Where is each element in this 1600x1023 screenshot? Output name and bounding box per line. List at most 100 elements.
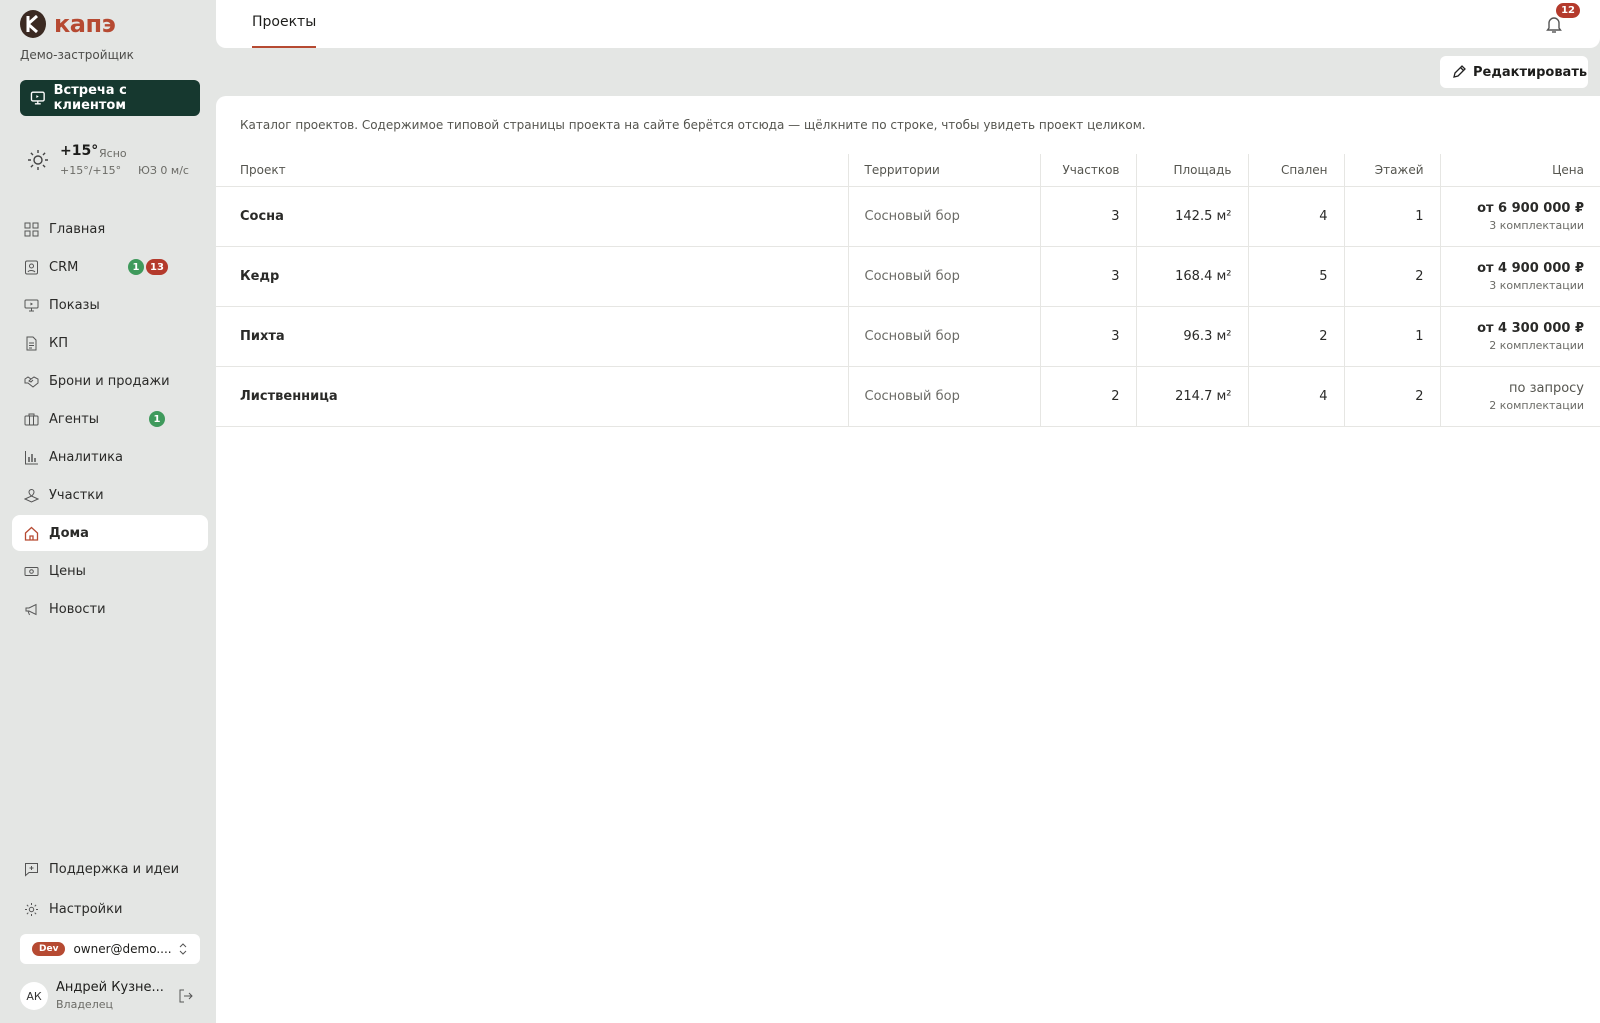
sidebar-item-crm[interactable]: CRM 1 13 bbox=[12, 249, 208, 285]
notification-count-badge: 12 bbox=[1556, 3, 1580, 18]
sidebar-item-label: Новости bbox=[49, 601, 106, 617]
brand-logo[interactable]: капэ bbox=[20, 10, 116, 38]
meet-client-button[interactable]: Встреча с клиентом bbox=[20, 80, 200, 116]
column-header[interactable]: Территории bbox=[847, 154, 1040, 187]
table-row[interactable]: Сосна Сосновый бор 3 142.5 м² 4 1 от 6 9… bbox=[216, 186, 1600, 247]
project-price: от 4 300 000 ₽ bbox=[1477, 320, 1584, 336]
project-floors: 1 bbox=[1343, 186, 1440, 247]
edit-label: Редактировать bbox=[1473, 64, 1588, 80]
project-price-cell: по запросу 2 комплектации bbox=[1439, 366, 1600, 427]
sidebar-item-prices[interactable]: Цены bbox=[12, 553, 208, 589]
table-row[interactable]: Лиственница Сосновый бор 2 214.7 м² 4 2 … bbox=[216, 366, 1600, 427]
project-floors: 1 bbox=[1343, 306, 1440, 367]
sidebar-item-agents[interactable]: Агенты 1 bbox=[12, 401, 208, 437]
crm-new-badge: 1 bbox=[128, 259, 144, 275]
project-floors: 2 bbox=[1343, 366, 1440, 427]
edit-button[interactable]: Редактировать bbox=[1440, 56, 1588, 88]
column-header[interactable]: Площадь bbox=[1135, 154, 1248, 187]
grid-icon bbox=[24, 222, 39, 236]
weather-temp: +15° bbox=[60, 143, 99, 159]
env-badge: Dev bbox=[32, 942, 66, 956]
sidebar-item-houses[interactable]: Дома bbox=[12, 515, 208, 551]
project-price-cell: от 4 300 000 ₽ 2 комплектации bbox=[1439, 306, 1600, 367]
project-plots: 3 bbox=[1039, 246, 1136, 307]
table-row[interactable]: Пихта Сосновый бор 3 96.3 м² 2 1 от 4 30… bbox=[216, 306, 1600, 367]
column-header[interactable]: Проект bbox=[216, 154, 848, 187]
logout-icon[interactable] bbox=[178, 988, 194, 1004]
briefcase-icon bbox=[24, 413, 39, 425]
account-switcher[interactable]: Dev owner@demo.... bbox=[20, 934, 200, 964]
sidebar-item-label: CRM bbox=[49, 259, 79, 275]
column-header[interactable]: Участков bbox=[1039, 154, 1136, 187]
avatar[interactable]: АК bbox=[20, 982, 48, 1010]
weather-wind: ЮЗ 0 м/с bbox=[138, 164, 189, 177]
sidebar-item-home[interactable]: Главная bbox=[12, 211, 208, 247]
project-name: Сосна bbox=[216, 186, 848, 247]
project-plots: 3 bbox=[1039, 186, 1136, 247]
sidebar-item-label: КП bbox=[49, 335, 69, 351]
sidebar-item-label: Поддержка и идеи bbox=[49, 861, 180, 877]
project-configs: 3 комплектации bbox=[1489, 218, 1584, 232]
brand-name: капэ bbox=[54, 10, 116, 38]
project-area: 142.5 м² bbox=[1135, 186, 1248, 247]
agents-badge: 1 bbox=[149, 411, 165, 427]
banknote-icon bbox=[24, 566, 39, 576]
sidebar: капэ Демо-застройщик Встреча с клиентом … bbox=[0, 0, 216, 1023]
column-header[interactable]: Цена bbox=[1439, 154, 1600, 187]
projects-table: Проект Территории Участков Площадь Спале… bbox=[216, 154, 1600, 427]
project-price: по запросу bbox=[1508, 380, 1584, 396]
logo-mark-icon bbox=[20, 10, 46, 38]
sidebar-item-bookings[interactable]: Брони и продажи bbox=[12, 363, 208, 399]
sidebar-item-plots[interactable]: Участки bbox=[12, 477, 208, 513]
sidebar-item-settings[interactable]: Настройки bbox=[12, 890, 208, 928]
megaphone-icon bbox=[25, 603, 37, 615]
project-price: от 6 900 000 ₽ bbox=[1477, 200, 1584, 216]
project-price: от 4 900 000 ₽ bbox=[1477, 260, 1584, 276]
project-configs: 2 комплектации bbox=[1489, 398, 1584, 412]
project-configs: 3 комплектации bbox=[1489, 278, 1584, 292]
sun-icon bbox=[28, 150, 48, 170]
sidebar-item-kp[interactable]: КП bbox=[12, 325, 208, 361]
map-pin-icon bbox=[24, 488, 39, 503]
project-price-cell: от 6 900 000 ₽ 3 комплектации bbox=[1439, 186, 1600, 247]
table-header-row: Проект Территории Участков Площадь Спале… bbox=[216, 154, 1600, 187]
message-plus-icon bbox=[25, 862, 38, 877]
project-name: Кедр bbox=[216, 246, 848, 307]
sidebar-item-news[interactable]: Новости bbox=[12, 591, 208, 627]
sidebar-item-support[interactable]: Поддержка и идеи bbox=[12, 850, 208, 888]
project-plots: 3 bbox=[1039, 306, 1136, 367]
column-header[interactable]: Этажей bbox=[1343, 154, 1440, 187]
project-area: 214.7 м² bbox=[1135, 366, 1248, 427]
catalog-description: Каталог проектов. Содержимое типовой стр… bbox=[240, 118, 1146, 132]
sidebar-item-label: Главная bbox=[49, 221, 106, 237]
project-territory: Сосновый бор bbox=[847, 246, 1040, 307]
table-row[interactable]: Кедр Сосновый бор 3 168.4 м² 5 2 от 4 90… bbox=[216, 246, 1600, 307]
user-profile: АК Андрей Кузне... Владелец bbox=[20, 980, 200, 1016]
pencil-icon bbox=[1453, 65, 1466, 78]
project-plots: 2 bbox=[1039, 366, 1136, 427]
account-email: owner@demo.... bbox=[73, 942, 172, 956]
column-header[interactable]: Спален bbox=[1247, 154, 1344, 187]
sidebar-item-label: Агенты bbox=[49, 411, 100, 427]
meet-client-label: Встреча с клиентом bbox=[53, 83, 127, 113]
sidebar-item-analytics[interactable]: Аналитика bbox=[12, 439, 208, 475]
project-price-cell: от 4 900 000 ₽ 3 комплектации bbox=[1439, 246, 1600, 307]
project-bedrooms: 4 bbox=[1247, 366, 1344, 427]
bottom-nav: Поддержка и идеи Настройки bbox=[12, 850, 208, 930]
company-name: Демо-застройщик bbox=[20, 48, 134, 62]
project-area: 168.4 м² bbox=[1135, 246, 1248, 307]
projects-panel: Каталог проектов. Содержимое типовой стр… bbox=[216, 96, 1600, 1023]
user-name: Андрей Кузне... bbox=[56, 980, 164, 995]
bar-chart-icon bbox=[25, 450, 38, 464]
sidebar-item-label: Настройки bbox=[49, 901, 123, 917]
top-bar: Проекты 12 bbox=[216, 0, 1600, 48]
contact-card-icon bbox=[25, 260, 38, 274]
house-icon bbox=[24, 526, 39, 541]
sidebar-item-showings[interactable]: Показы bbox=[12, 287, 208, 323]
document-icon bbox=[26, 336, 37, 350]
project-floors: 2 bbox=[1343, 246, 1440, 307]
sidebar-item-label: Аналитика bbox=[49, 449, 123, 465]
presentation-icon bbox=[30, 91, 45, 105]
tab-projects[interactable]: Проекты bbox=[252, 14, 317, 48]
weather-range: +15°/+15° bbox=[60, 164, 122, 177]
